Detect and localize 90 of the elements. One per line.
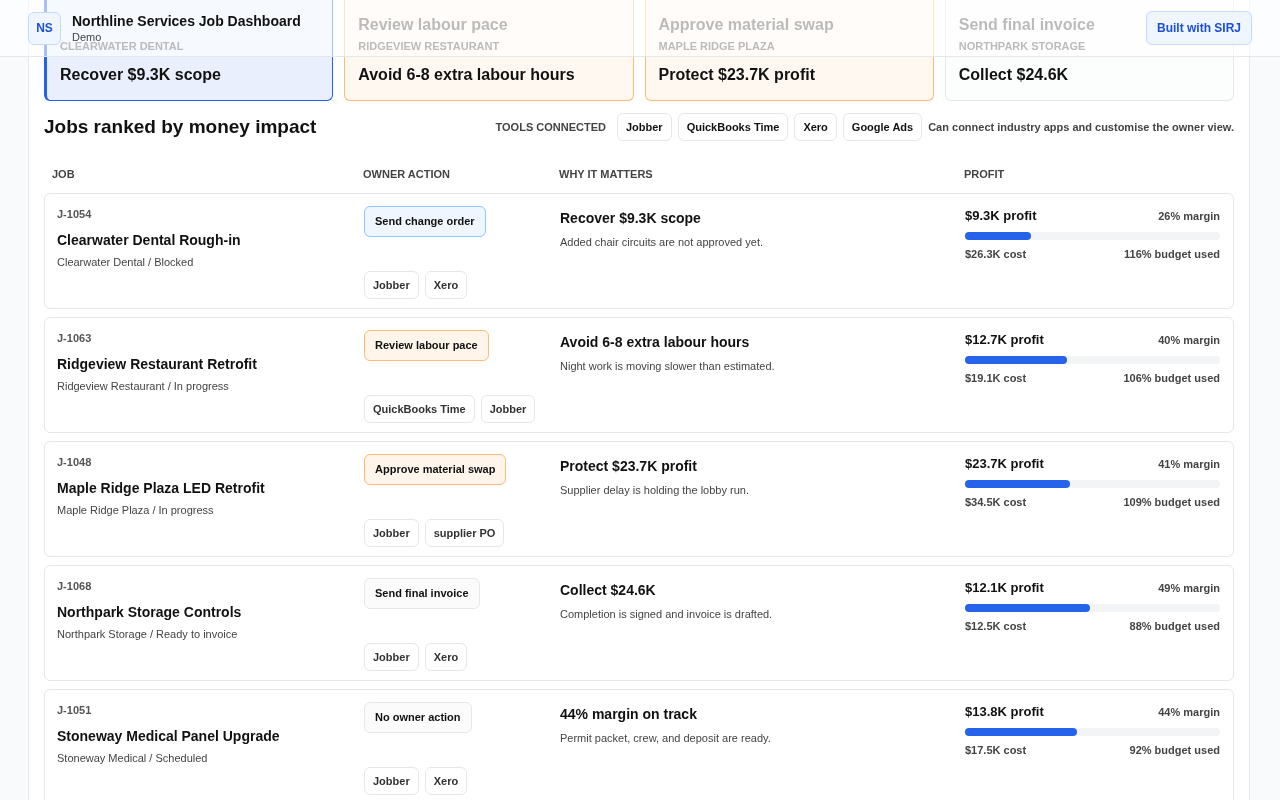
cost-value: $26.3K cost — [965, 246, 1027, 262]
card-outcome: Recover $9.3K scope — [60, 65, 221, 85]
margin-value: 49% margin — [1158, 580, 1220, 596]
profit-value: $12.1K profit — [965, 579, 1044, 597]
tool-chip: QuickBooks Time — [677, 112, 789, 142]
card-title: Approve material swap — [658, 15, 834, 35]
action-button[interactable]: No owner action — [364, 702, 472, 733]
impact-title: Recover $9.3K scope — [560, 209, 701, 228]
cost-value: $34.5K cost — [965, 494, 1027, 510]
action-button[interactable]: Approve material swap — [364, 454, 507, 485]
margin-value: 26% margin — [1158, 208, 1220, 224]
app-chip: Xero — [424, 642, 468, 671]
app-chip: Jobber — [364, 766, 419, 795]
job-meta: Stoneway Medical / Scheduled — [57, 750, 208, 766]
impact-title: Collect $24.6K — [560, 581, 656, 600]
job-id: J-1068 — [57, 579, 92, 594]
card-client: RIDGEVIEW RESTAURANT — [358, 39, 500, 54]
app-chip: Jobber — [364, 518, 419, 547]
cost-value: $12.5K cost — [965, 618, 1027, 634]
job-name: Stoneway Medical Panel Upgrade — [57, 726, 280, 746]
profit-value: $12.7K profit — [965, 331, 1044, 349]
app-subtitle: Demo — [72, 31, 102, 43]
app-chip: Jobber — [480, 394, 536, 423]
job-row[interactable] — [44, 317, 1234, 433]
profit-value: $9.3K profit — [965, 207, 1037, 225]
impact-detail: Supplier delay is holding the lobby run. — [560, 483, 749, 498]
section-title: Jobs ranked by money impact — [44, 114, 317, 139]
tool-chip: Xero — [794, 112, 837, 142]
card-client: MAPLE RIDGE PLAZA — [658, 39, 775, 54]
app-chip: Xero — [424, 270, 468, 299]
impact-title: Avoid 6-8 extra labour hours — [560, 333, 750, 352]
card-client: NORTHPARK STORAGE — [958, 39, 1086, 54]
action-button[interactable]: Send final invoice — [364, 578, 480, 609]
column-header: WHY IT MATTERS — [559, 168, 653, 180]
job-row[interactable] — [44, 441, 1234, 557]
impact-detail: Completion is signed and invoice is drafted. — [560, 607, 773, 622]
job-name: Ridgeview Restaurant Retrofit — [57, 354, 257, 374]
impact-title: 44% margin on track — [560, 705, 697, 724]
tool-chip: Jobber — [616, 112, 672, 142]
job-meta: Maple Ridge Plaza / In progress — [57, 502, 214, 518]
budget-used: 116% budget used — [1124, 246, 1220, 262]
budget-used: 106% budget used — [1123, 370, 1220, 386]
job-meta: Northpark Storage / Ready to invoice — [57, 626, 238, 642]
action-button[interactable]: Send change order — [364, 206, 486, 237]
column-header: PROFIT — [964, 168, 1005, 180]
profit-value: $23.7K profit — [965, 455, 1044, 473]
card-title: Send final invoice — [958, 15, 1095, 35]
column-header: JOB — [52, 168, 75, 180]
job-name: Northpark Storage Controls — [57, 602, 242, 622]
app-title: Northline Services Job Dashboard — [72, 12, 301, 30]
tool-chip: Google Ads — [842, 112, 923, 142]
job-row[interactable] — [44, 689, 1234, 800]
job-id: J-1054 — [57, 207, 92, 222]
impact-detail: Permit packet, crew, and deposit are ready. — [560, 731, 771, 746]
job-id: J-1048 — [57, 455, 92, 470]
card-title: Review labour pace — [358, 15, 508, 35]
margin-value: 41% margin — [1158, 456, 1220, 472]
job-meta: Ridgeview Restaurant / In progress — [57, 378, 229, 394]
cost-value: $19.1K cost — [965, 370, 1027, 386]
job-name: Maple Ridge Plaza LED Retrofit — [57, 478, 265, 498]
logo-badge: NS — [28, 11, 61, 45]
action-button[interactable]: Review labour pace — [364, 330, 489, 361]
tools-label: TOOLS CONNECTED — [495, 119, 606, 135]
profit-value: $13.8K profit — [965, 703, 1044, 721]
job-meta: Clearwater Dental / Blocked — [57, 254, 194, 270]
card-outcome: Collect $24.6K — [958, 65, 1069, 85]
tools-note: Can connect industry apps and customise the owner view. — [928, 119, 1234, 135]
card-outcome: Protect $23.7K profit — [658, 65, 815, 85]
budget-used: 92% budget used — [1129, 742, 1220, 758]
app-chip: Xero — [424, 766, 468, 795]
app-chip: QuickBooks Time — [364, 394, 475, 423]
margin-value: 40% margin — [1158, 332, 1220, 348]
card-outcome: Avoid 6-8 extra labour hours — [358, 65, 575, 85]
job-row[interactable] — [44, 193, 1234, 309]
cost-value: $17.5K cost — [965, 742, 1027, 758]
job-row[interactable] — [44, 565, 1234, 681]
app-chip: Jobber — [364, 642, 419, 671]
impact-detail: Added chair circuits are not approved yet. — [560, 235, 763, 250]
app-chip: supplier PO — [424, 518, 505, 547]
impact-detail: Night work is moving slower than estimated. — [560, 359, 775, 374]
column-header: OWNER ACTION — [363, 168, 450, 180]
job-id: J-1063 — [57, 331, 92, 346]
budget-used: 88% budget used — [1129, 618, 1220, 634]
built-with-link[interactable]: Built with SIRJ — [1146, 11, 1252, 45]
budget-used: 109% budget used — [1123, 494, 1220, 510]
impact-title: Protect $23.7K profit — [560, 457, 697, 476]
margin-value: 44% margin — [1158, 704, 1220, 720]
job-id: J-1051 — [57, 703, 92, 718]
app-chip: Jobber — [364, 270, 419, 299]
job-name: Clearwater Dental Rough-in — [57, 230, 241, 250]
